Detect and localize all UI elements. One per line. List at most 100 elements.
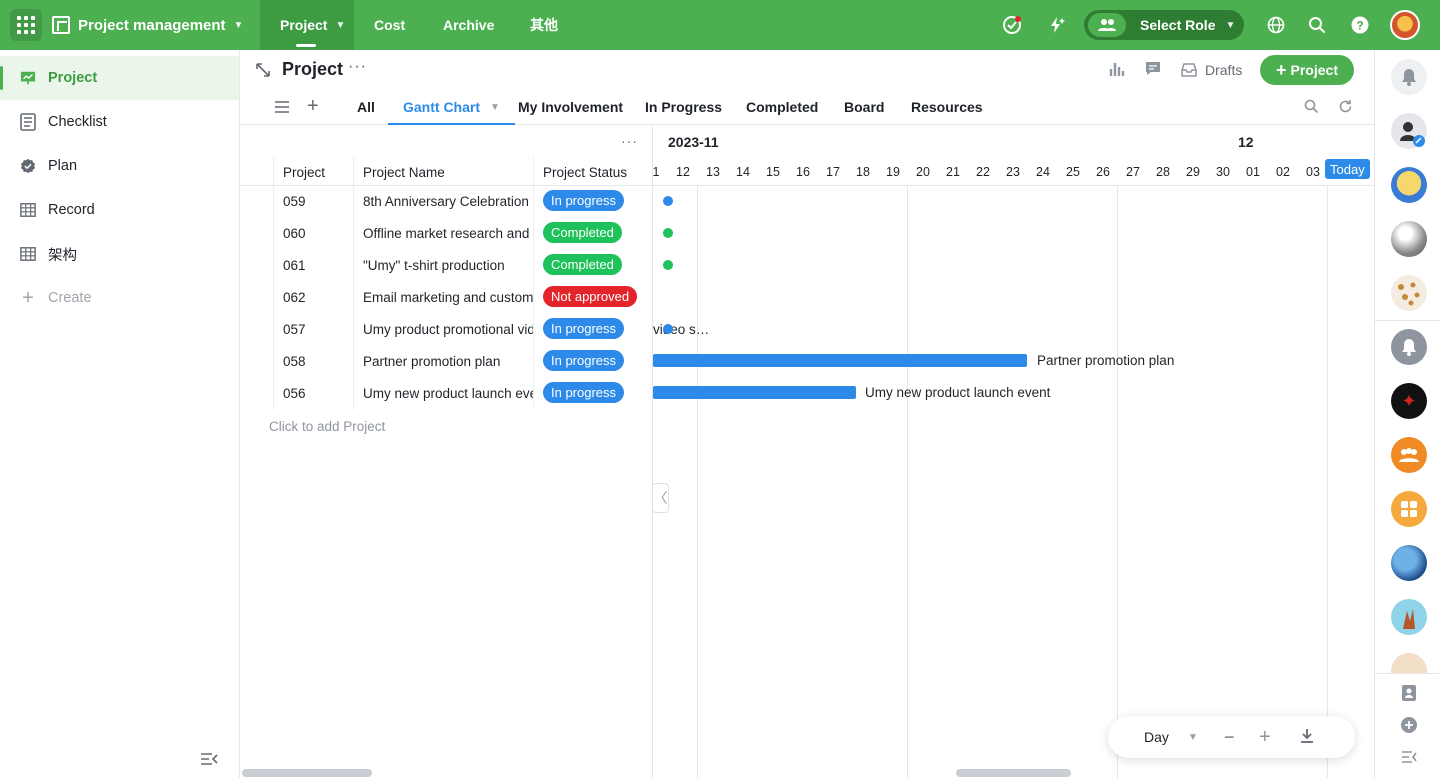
milestone-dot[interactable] <box>663 196 673 206</box>
more-options-icon[interactable]: ··· <box>348 58 367 76</box>
day-label: 22 <box>976 165 990 179</box>
nav-tab-project[interactable]: Project ▼ <box>260 0 354 50</box>
table-row[interactable]: 057 Umy product promotional vid In progres… <box>241 314 653 346</box>
tab-completed[interactable]: Completed <box>746 90 818 124</box>
tab-in-progress[interactable]: In Progress <box>645 90 722 124</box>
project-name-cell[interactable]: Umy product promotional vid <box>363 322 533 337</box>
nav-tab-cost[interactable]: Cost <box>374 0 405 50</box>
zoom-out-button[interactable]: − <box>1224 727 1235 748</box>
status-badge[interactable]: Completed <box>543 254 622 275</box>
tab-my-involvement[interactable]: My Involvement <box>518 90 623 124</box>
list-menu-icon[interactable] <box>275 100 289 116</box>
collapse-panel-handle[interactable]: 〈 <box>652 483 669 513</box>
project-name-cell[interactable]: Offline market research and a <box>363 226 533 241</box>
task-bar[interactable] <box>653 386 856 399</box>
group-icon[interactable] <box>1391 437 1427 473</box>
column-header-project[interactable]: Project <box>283 165 325 180</box>
project-name-cell[interactable]: 8th Anniversary Celebration <box>363 194 533 209</box>
avatar[interactable] <box>1391 167 1427 203</box>
project-id-cell: 056 <box>283 386 306 401</box>
today-marker[interactable]: Today <box>1325 159 1370 179</box>
magic-sparkle-icon[interactable] <box>1046 15 1066 35</box>
sidebar-item-checklist[interactable]: Checklist <box>0 100 239 144</box>
status-badge[interactable]: Not approved <box>543 286 638 307</box>
gantt-horizontal-scrollbar[interactable] <box>956 769 1071 777</box>
avatar[interactable] <box>1391 221 1427 257</box>
add-view-icon[interactable]: + <box>307 96 319 116</box>
app-switcher[interactable]: Project management ▼ <box>52 0 243 50</box>
select-role-button[interactable]: Select Role ▼ <box>1084 10 1244 40</box>
nav-tab-other[interactable]: 其他 <box>530 0 558 50</box>
table-row[interactable]: 058 Partner promotion plan In progress <box>241 346 653 378</box>
milestone-dot[interactable] <box>663 324 673 334</box>
collapse-sidebar-icon[interactable] <box>200 752 218 766</box>
tab-resources[interactable]: Resources <box>911 90 983 124</box>
table-row[interactable]: 059 8th Anniversary Celebration In progres… <box>241 186 653 218</box>
milestone-dot[interactable] <box>663 228 673 238</box>
bar-chart-icon[interactable] <box>1109 61 1125 80</box>
drafts-button[interactable]: Drafts <box>1181 62 1242 78</box>
sidebar-create-button[interactable]: + Create <box>0 276 239 320</box>
tab-all[interactable]: All <box>357 90 375 124</box>
avatar[interactable]: ✦ <box>1391 383 1427 419</box>
project-name-cell[interactable]: Partner promotion plan <box>363 354 533 369</box>
sidebar-item-structure[interactable]: 架构 <box>0 232 239 276</box>
avatar[interactable] <box>1391 545 1427 581</box>
nav-tab-archive[interactable]: Archive <box>443 0 494 50</box>
table-row[interactable]: 060 Offline market research and a Complete… <box>241 218 653 250</box>
avatar[interactable] <box>1391 113 1427 149</box>
zoom-in-button[interactable]: + <box>1259 726 1271 749</box>
add-project-row[interactable]: Click to add Project <box>269 419 385 434</box>
add-project-label: Project <box>1290 62 1338 78</box>
user-avatar[interactable] <box>1390 10 1420 40</box>
help-icon[interactable]: ? <box>1350 15 1370 35</box>
project-name-cell[interactable]: Email marketing and custome <box>363 290 533 305</box>
task-bar[interactable] <box>653 354 1027 367</box>
status-badge[interactable]: In progress <box>543 190 625 211</box>
project-name-cell[interactable]: Umy new product launch eve <box>363 386 533 401</box>
search-icon[interactable] <box>1307 15 1327 35</box>
nav-tab-label: 其他 <box>530 17 558 33</box>
sidebar-item-plan[interactable]: Plan <box>0 144 239 188</box>
add-chat-icon[interactable] <box>1399 715 1419 735</box>
status-badge[interactable]: Completed <box>543 222 622 243</box>
status-badge[interactable]: In progress <box>543 350 625 371</box>
expand-arrows-icon[interactable] <box>255 62 271 81</box>
tab-gantt-chart[interactable]: Gantt Chart ▼ <box>388 90 515 125</box>
chevron-down-icon[interactable]: ▼ <box>1188 732 1198 743</box>
search-icon[interactable] <box>1304 99 1319 117</box>
collapse-rail-icon[interactable] <box>1399 747 1419 767</box>
day-label: 21 <box>946 165 960 179</box>
column-header-project-name[interactable]: Project Name <box>363 165 445 180</box>
table-row[interactable]: 061 "Umy" t-shirt production Completed <box>241 250 653 282</box>
project-name-cell[interactable]: "Umy" t-shirt production <box>363 258 533 273</box>
zoom-level-select[interactable]: Day <box>1144 729 1169 745</box>
todo-check-icon[interactable] <box>1002 15 1022 35</box>
chevron-down-icon: ▼ <box>335 19 346 31</box>
sidebar-item-record[interactable]: Record <box>0 188 239 232</box>
contacts-icon[interactable] <box>1399 683 1419 703</box>
apps-icon[interactable] <box>1391 491 1427 527</box>
gantt-zoom-controls: Day ▼ − + <box>1108 716 1355 758</box>
more-options-icon[interactable]: ··· <box>621 133 638 149</box>
add-project-button[interactable]: + Project <box>1260 55 1354 85</box>
table-row[interactable]: 062 Email marketing and custome Not approv… <box>241 282 653 314</box>
download-icon[interactable] <box>1300 728 1314 747</box>
tab-board[interactable]: Board <box>844 90 884 124</box>
refresh-icon[interactable] <box>1338 99 1353 117</box>
milestone-dot[interactable] <box>663 260 673 270</box>
sidebar-item-project[interactable]: Project <box>0 56 239 100</box>
status-badge[interactable]: In progress <box>543 318 625 339</box>
notification-bell-icon[interactable] <box>1391 59 1427 95</box>
avatar[interactable] <box>1391 275 1427 311</box>
avatar[interactable] <box>1391 653 1427 673</box>
avatar[interactable] <box>1391 599 1427 635</box>
table-horizontal-scrollbar[interactable] <box>242 769 372 777</box>
column-header-project-status[interactable]: Project Status <box>543 165 627 180</box>
status-badge[interactable]: In progress <box>543 382 625 403</box>
table-row[interactable]: 056 Umy new product launch eve In progress <box>241 378 653 410</box>
apps-grid-button[interactable] <box>10 9 42 41</box>
bell-group-icon[interactable] <box>1391 329 1427 365</box>
comment-icon[interactable] <box>1145 61 1161 80</box>
globe-icon[interactable] <box>1266 15 1286 35</box>
